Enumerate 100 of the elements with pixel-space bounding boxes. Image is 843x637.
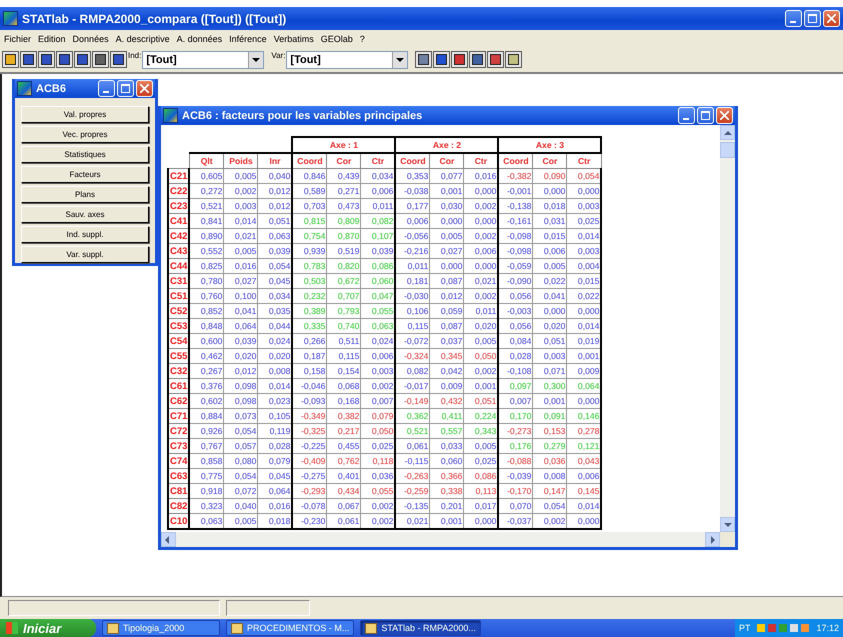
toolbar-button[interactable] xyxy=(505,51,522,68)
scroll-left-button[interactable] xyxy=(161,532,176,547)
row-header: C74 xyxy=(168,454,190,468)
table-cell: -0,225 xyxy=(292,438,327,454)
taskbar-button[interactable]: STATlab - RMPA2000... xyxy=(360,620,481,636)
table-cell: 0,002 xyxy=(532,514,567,529)
maximize-button[interactable] xyxy=(117,80,134,97)
table-cell: -0,003 xyxy=(498,304,533,318)
panel-button[interactable]: Facteurs xyxy=(21,166,149,183)
menu-item[interactable]: Données xyxy=(72,34,109,44)
table-cell: 0,002 xyxy=(224,184,258,198)
table-cell: 0,000 xyxy=(566,394,602,408)
menu-item[interactable]: A. descriptive xyxy=(116,34,170,44)
minimize-button[interactable] xyxy=(785,10,802,27)
table-cell: 0,012 xyxy=(430,288,464,304)
scroll-down-button[interactable] xyxy=(720,517,735,532)
table-cell: 0,054 xyxy=(532,498,567,514)
table-cell: 0,063 xyxy=(189,514,224,529)
panel-button[interactable]: Sauv. axes xyxy=(21,206,149,223)
table-cell: 0,707 xyxy=(326,288,361,304)
table-cell: 0,098 xyxy=(224,378,258,394)
start-button[interactable]: Iniciar xyxy=(0,619,96,637)
panel-button[interactable]: Statistiques xyxy=(21,146,149,163)
table-cell: 0,087 xyxy=(430,274,464,288)
panel-button[interactable]: Vec. propres xyxy=(21,126,149,143)
table-cell: 0,401 xyxy=(326,468,361,484)
table-cell: 0,338 xyxy=(430,484,464,498)
dropdown[interactable]: [Tout] xyxy=(286,50,408,68)
restore-button[interactable] xyxy=(804,10,821,27)
table-cell: 0,054 xyxy=(224,468,258,484)
panel-button[interactable]: Plans xyxy=(21,186,149,203)
table-cell: 0,870 xyxy=(326,228,361,244)
toolbar-button[interactable] xyxy=(469,51,486,68)
menu-item[interactable]: Verbatims xyxy=(274,34,314,44)
table-cell: -0,108 xyxy=(498,364,533,378)
taskbar-button[interactable]: PROCEDIMENTOS - M... xyxy=(226,620,354,636)
scroll-up-button[interactable] xyxy=(720,125,735,140)
menu-item[interactable]: ? xyxy=(360,34,365,44)
menu-item[interactable]: Edition xyxy=(38,34,66,44)
table-cell: 0,005 xyxy=(532,258,567,274)
toolbar-button[interactable] xyxy=(38,51,55,68)
table-cell: 0,003 xyxy=(566,198,602,214)
table-cell: 0,012 xyxy=(224,364,258,378)
taskbar-button[interactable]: Tipologia_2000 xyxy=(102,620,220,636)
table-cell: 0,147 xyxy=(532,484,567,498)
close-button[interactable] xyxy=(716,107,733,124)
maximize-button[interactable] xyxy=(697,107,714,124)
dropdown[interactable]: [Tout] xyxy=(142,50,264,68)
toolbar-button[interactable] xyxy=(433,51,450,68)
table-cell: 0,011 xyxy=(395,258,430,274)
table-cell: 0,000 xyxy=(566,514,602,529)
table-cell: 0,552 xyxy=(189,244,224,258)
menu-item[interactable]: Inférence xyxy=(229,34,267,44)
toolbar-button[interactable] xyxy=(2,51,19,68)
menu-item[interactable]: Fichier xyxy=(4,34,32,44)
scroll-thumb[interactable] xyxy=(720,142,735,158)
minimize-button[interactable] xyxy=(98,80,115,97)
column-header: Ctr xyxy=(360,153,396,168)
toolbar-button[interactable] xyxy=(415,51,432,68)
toolbar-button[interactable] xyxy=(487,51,504,68)
table-cell: 0,389 xyxy=(292,304,327,318)
panel-button[interactable]: Val. propres xyxy=(21,106,149,123)
row-header: C71 xyxy=(168,408,190,424)
toolbar-button[interactable] xyxy=(56,51,73,68)
table-cell: 0,106 xyxy=(395,304,430,318)
table-cell: -0,135 xyxy=(395,498,430,514)
row-header: C10 xyxy=(168,514,190,529)
table-cell: 0,015 xyxy=(532,228,567,244)
table-cell: -0,098 xyxy=(498,244,533,258)
toolbar-button[interactable] xyxy=(92,51,109,68)
table-cell: 0,335 xyxy=(292,318,327,334)
menu-item[interactable]: GEOlab xyxy=(320,34,353,44)
table-cell: 0,382 xyxy=(326,408,361,424)
close-button[interactable] xyxy=(823,10,840,27)
row-header: C81 xyxy=(168,484,190,498)
table-cell: 0,775 xyxy=(189,468,224,484)
language-indicator[interactable]: PT xyxy=(738,623,750,633)
table-cell: 0,014 xyxy=(566,228,602,244)
panel-button[interactable]: Var. suppl. xyxy=(21,246,149,263)
toolbar-button[interactable] xyxy=(110,51,127,68)
close-button[interactable] xyxy=(136,80,153,97)
table-cell: 0,462 xyxy=(189,348,224,364)
toolbar-button[interactable] xyxy=(451,51,468,68)
row-header: C82 xyxy=(168,498,190,514)
minimize-button[interactable] xyxy=(678,107,695,124)
table-cell: 0,846 xyxy=(292,168,327,184)
table-cell: 0,000 xyxy=(532,304,567,318)
table-cell: 0,005 xyxy=(430,228,464,244)
toolbar-button[interactable] xyxy=(74,51,91,68)
menu-item[interactable]: A. données xyxy=(176,34,222,44)
table-cell: 0,001 xyxy=(430,184,464,198)
table-cell: 0,016 xyxy=(224,258,258,274)
table-cell: 0,740 xyxy=(326,318,361,334)
table-cell: 0,926 xyxy=(189,424,224,438)
window-icon xyxy=(231,622,243,634)
scroll-right-button[interactable] xyxy=(705,532,720,547)
panel-button[interactable]: Ind. suppl. xyxy=(21,226,149,243)
table-cell: 0,051 xyxy=(532,334,567,348)
toolbar-button[interactable] xyxy=(20,51,37,68)
table-cell: -0,030 xyxy=(395,288,430,304)
